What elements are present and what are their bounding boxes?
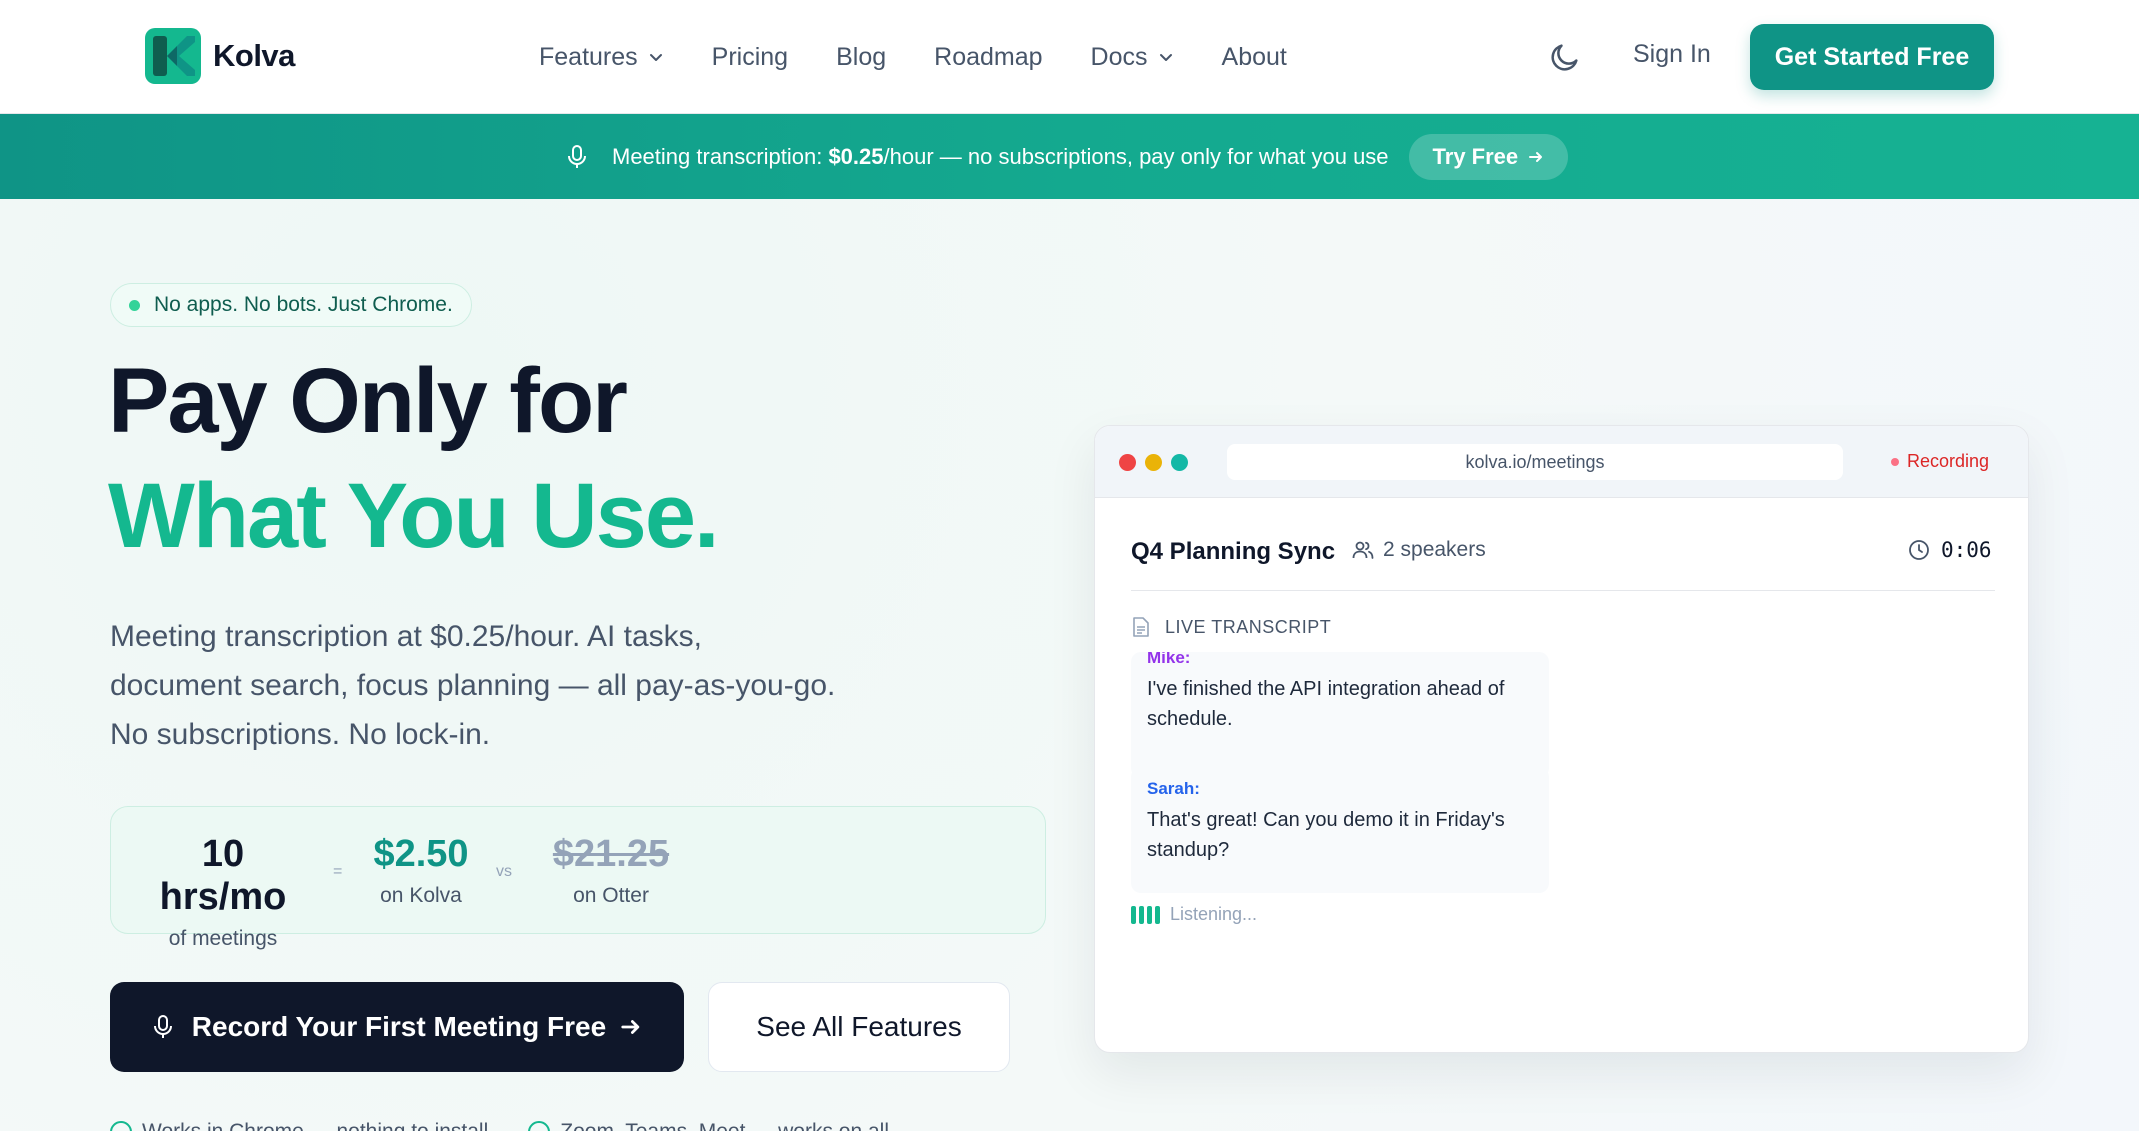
nav-link-label: Pricing bbox=[711, 42, 789, 71]
brand-name: Kolva bbox=[213, 38, 295, 73]
message-line: schedule. bbox=[1147, 708, 1233, 730]
usage-value: 10 hrs/mo bbox=[159, 833, 287, 918]
live-transcript-label: LIVE TRANSCRIPT bbox=[1165, 616, 1332, 637]
speaker-count: 2 speakers bbox=[1351, 538, 1486, 562]
live-transcript-heading: LIVE TRANSCRIPT bbox=[1131, 616, 1331, 638]
meeting-title: Q4 Planning Sync bbox=[1131, 538, 1336, 565]
message-line: standup? bbox=[1147, 839, 1230, 861]
trust-text: Zoom, Teams, Meet — works on all bbox=[560, 1120, 889, 1131]
check-circle-icon bbox=[528, 1121, 551, 1131]
audio-bars-icon bbox=[1131, 905, 1160, 924]
banner-text: Meeting transcription: $0.25/hour — no s… bbox=[612, 144, 1389, 170]
listening-indicator: Listening... bbox=[1131, 904, 1257, 925]
trust-item: Zoom, Teams, Meet — works on all bbox=[528, 1120, 889, 1131]
moon-icon bbox=[1551, 44, 1578, 71]
trust-item: Works in Chrome — nothing to install bbox=[110, 1120, 488, 1131]
nav-link-blog[interactable]: Blog bbox=[836, 43, 886, 72]
nav-link-pricing[interactable]: Pricing bbox=[712, 43, 788, 72]
banner-rest: /hour — no subscriptions, pay only for w… bbox=[883, 143, 1389, 169]
tagline-text: No apps. No bots. Just Chrome. bbox=[154, 293, 453, 316]
kolva-price-stat: $2.50 on Kolva bbox=[361, 833, 481, 908]
nav-link-label: About bbox=[1221, 42, 1287, 71]
message-line: That's great! Can you demo it in Friday'… bbox=[1147, 809, 1505, 831]
check-circle-icon bbox=[110, 1121, 132, 1131]
recording-badge: Recording bbox=[1891, 451, 1989, 472]
usage-stat: 10 hrs/mo of meetings bbox=[135, 833, 311, 951]
maximize-dot bbox=[1171, 454, 1188, 471]
trust-text: Works in Chrome — nothing to install bbox=[142, 1120, 488, 1131]
kolva-logo-icon bbox=[145, 28, 201, 84]
try-free-button[interactable]: Try Free bbox=[1408, 133, 1569, 180]
otter-price-stat: $21.25 on Otter bbox=[531, 833, 691, 908]
usage-label: of meetings bbox=[168, 927, 278, 950]
sign-in-link[interactable]: Sign In bbox=[1633, 40, 1711, 69]
theme-toggle-button[interactable] bbox=[1548, 40, 1582, 74]
speaker-name: Mike: bbox=[1147, 652, 1191, 667]
equals-sign: = bbox=[333, 863, 343, 880]
banner-lead: Meeting transcription: bbox=[612, 143, 829, 169]
subtext-line: document search, focus planning — all pa… bbox=[110, 669, 836, 702]
transcript-message: Sarah: That's great! Can you demo it in … bbox=[1131, 767, 1549, 893]
nav-link-about[interactable]: About bbox=[1222, 43, 1287, 72]
nav-links: Features Pricing Blog Roadmap Docs About bbox=[539, 0, 1335, 114]
timer-value: 0:06 bbox=[1941, 538, 1992, 562]
microphone-icon bbox=[568, 144, 586, 168]
meeting-timer: 0:06 bbox=[1907, 538, 1992, 562]
browser-bar: kolva.io/meetings Recording bbox=[1095, 426, 2028, 498]
record-first-meeting-button[interactable]: Record Your First Meeting Free bbox=[110, 982, 684, 1072]
speakers-label: 2 speakers bbox=[1383, 538, 1486, 561]
message-text: I've finished the API integration ahead … bbox=[1147, 674, 1533, 734]
nav-link-label: Roadmap bbox=[934, 42, 1043, 71]
message-text: That's great! Can you demo it in Friday'… bbox=[1147, 805, 1533, 865]
nav-link-roadmap[interactable]: Roadmap bbox=[934, 43, 1042, 72]
trust-row: Works in Chrome — nothing to install Zoo… bbox=[110, 1120, 889, 1131]
subtext-line: No subscriptions. No lock-in. bbox=[110, 718, 491, 751]
app-preview-window: kolva.io/meetings Recording Q4 Planning … bbox=[1094, 425, 2029, 1053]
url-bar: kolva.io/meetings bbox=[1227, 444, 1843, 480]
speaker-name: Sarah: bbox=[1147, 779, 1200, 798]
try-free-label: Try Free bbox=[1432, 143, 1519, 169]
vs-label: vs bbox=[496, 863, 512, 880]
kolva-label: on Kolva bbox=[380, 884, 462, 907]
get-started-button[interactable]: Get Started Free bbox=[1750, 24, 1994, 90]
message-line: I've finished the API integration ahead … bbox=[1147, 678, 1505, 700]
nav-link-label: Blog bbox=[836, 42, 887, 71]
brand-logo[interactable]: Kolva bbox=[145, 28, 295, 84]
divider bbox=[1131, 590, 1995, 591]
see-all-features-button[interactable]: See All Features bbox=[708, 982, 1010, 1072]
promo-banner: Meeting transcription: $0.25/hour — no s… bbox=[0, 114, 2139, 199]
document-icon bbox=[1133, 617, 1149, 637]
nav-link-label: Features bbox=[539, 42, 638, 71]
top-navbar: Kolva Features Pricing Blog Roadmap Docs… bbox=[0, 0, 2139, 114]
recording-dot bbox=[1891, 457, 1899, 466]
minimize-dot bbox=[1145, 454, 1162, 471]
close-dot bbox=[1119, 454, 1136, 471]
chevron-down-icon bbox=[1159, 54, 1172, 61]
recording-label: Recording bbox=[1907, 451, 1990, 471]
arrow-right-icon bbox=[621, 1020, 640, 1034]
nav-link-docs[interactable]: Docs bbox=[1091, 43, 1174, 72]
subtext-line: Meeting transcription at $0.25/hour. AI … bbox=[110, 620, 703, 653]
hero-headline-line-1: Pay Only for bbox=[108, 350, 628, 452]
nav-link-label: Docs bbox=[1090, 42, 1148, 71]
primary-button-label: Record Your First Meeting Free bbox=[191, 1011, 607, 1042]
banner-price: $0.25 bbox=[828, 143, 884, 169]
otter-price: $21.25 bbox=[552, 833, 670, 875]
listening-label: Listening... bbox=[1170, 904, 1258, 924]
hero-headline-line-2: What You Use. bbox=[108, 465, 720, 567]
arrow-right-icon bbox=[1529, 151, 1543, 162]
clock-icon bbox=[1909, 540, 1929, 560]
price-comparison-card: 10 hrs/mo of meetings = $2.50 on Kolva v… bbox=[110, 806, 1046, 950]
kolva-price: $2.50 bbox=[373, 833, 469, 875]
chevron-down-icon bbox=[649, 54, 662, 61]
tagline-pill: No apps. No bots. Just Chrome. bbox=[110, 283, 472, 327]
status-dot bbox=[129, 299, 140, 311]
nav-link-features[interactable]: Features bbox=[539, 43, 664, 72]
hero-subtext: Meeting transcription at $0.25/hour. AI … bbox=[110, 612, 930, 759]
users-icon bbox=[1352, 541, 1374, 559]
microphone-icon bbox=[153, 1015, 172, 1038]
transcript-message: Mike: I've finished the API integration … bbox=[1131, 652, 1549, 778]
otter-label: on Otter bbox=[573, 884, 649, 907]
